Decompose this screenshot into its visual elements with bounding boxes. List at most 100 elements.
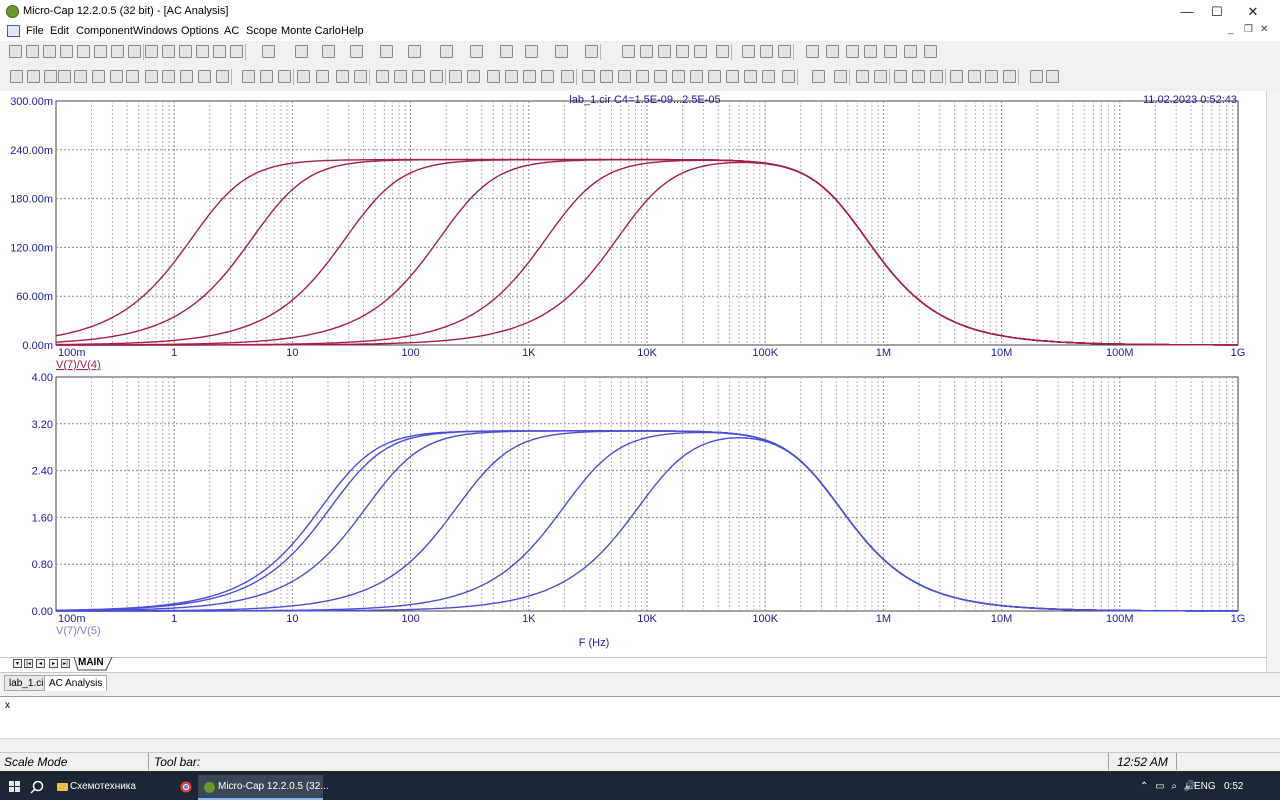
toolbar-tool-icon[interactable]: [94, 45, 107, 58]
toolbar-tool-icon[interactable]: [262, 45, 275, 58]
taskbar-search-icon[interactable]: [30, 780, 44, 794]
toolbar-tool-icon[interactable]: [760, 45, 773, 58]
toolbar-tool-icon[interactable]: [27, 70, 40, 83]
toolbar-tool-icon[interactable]: [806, 45, 819, 58]
toolbar-tool-icon[interactable]: [145, 70, 158, 83]
toolbar-tool-icon[interactable]: [716, 45, 729, 58]
sheet-menu-button[interactable]: ▾: [13, 659, 22, 668]
toolbar-tool-icon[interactable]: [179, 45, 192, 58]
toolbar-tool-icon[interactable]: [904, 45, 917, 58]
toolbar-tool-icon[interactable]: [354, 70, 367, 83]
toolbar-tool-icon[interactable]: [316, 70, 329, 83]
toolbar-tool-icon[interactable]: [242, 70, 255, 83]
toolbar-tool-icon[interactable]: [930, 70, 943, 83]
toolbar-tool-icon[interactable]: [622, 45, 635, 58]
toolbar-tool-icon[interactable]: [10, 70, 23, 83]
sheet-next-button[interactable]: ▸: [49, 659, 58, 668]
toolbar-tool-icon[interactable]: [985, 70, 998, 83]
toolbar-tool-icon[interactable]: [658, 45, 671, 58]
document-icon[interactable]: [7, 25, 20, 37]
toolbar-tool-icon[interactable]: [742, 45, 755, 58]
toolbar-tool-icon[interactable]: [92, 70, 105, 83]
toolbar-tool-icon[interactable]: [726, 70, 739, 83]
top-trace-label[interactable]: V(7)/V(4): [56, 359, 101, 371]
toolbar-tool-icon[interactable]: [126, 70, 139, 83]
toolbar-tool-icon[interactable]: [9, 45, 22, 58]
menu-ac[interactable]: AC: [224, 25, 239, 37]
toolbar-tool-icon[interactable]: [350, 45, 363, 58]
language-indicator[interactable]: ENG: [1194, 781, 1216, 792]
mdi-minimize-button[interactable]: _: [1228, 24, 1234, 35]
toolbar-tool-icon[interactable]: [640, 45, 653, 58]
toolbar-tool-icon[interactable]: [60, 45, 73, 58]
toolbar-tool-icon[interactable]: [555, 45, 568, 58]
toolbar-tool-icon[interactable]: [1003, 70, 1016, 83]
menu-component[interactable]: Component: [76, 25, 133, 37]
toolbar-tool-icon[interactable]: [322, 45, 335, 58]
toolbar-tool-icon[interactable]: [162, 45, 175, 58]
toolbar-tool-icon[interactable]: [782, 70, 795, 83]
toolbar-tool-icon[interactable]: [128, 45, 141, 58]
toolbar-tool-icon[interactable]: [449, 70, 462, 83]
toolbar-tool-icon[interactable]: [968, 70, 981, 83]
toolbar-tool-icon[interactable]: [26, 45, 39, 58]
toolbar-tool-icon[interactable]: [541, 70, 554, 83]
toolbar-tool-icon[interactable]: [487, 70, 500, 83]
toolbar-tool-icon[interactable]: [636, 70, 649, 83]
toolbar-tool-icon[interactable]: [874, 70, 887, 83]
toolbar-tool-icon[interactable]: [376, 70, 389, 83]
toolbar-tool-icon[interactable]: [690, 70, 703, 83]
toolbar-tool-icon[interactable]: [950, 70, 963, 83]
toolbar-tool-icon[interactable]: [561, 70, 574, 83]
menu-file[interactable]: File: [26, 25, 44, 37]
toolbar-tool-icon[interactable]: [672, 70, 685, 83]
toolbar-tool-icon[interactable]: [1030, 70, 1043, 83]
toolbar-tool-icon[interactable]: [394, 70, 407, 83]
toolbar-tool-icon[interactable]: [600, 70, 613, 83]
vertical-scrollbar[interactable]: [1266, 91, 1280, 671]
toolbar-tool-icon[interactable]: [198, 70, 211, 83]
ac-analysis-plot[interactable]: lab_1.cir C4=1.5E-09...2.5E-05 11.02.202…: [0, 91, 1266, 657]
toolbar-tool-icon[interactable]: [582, 70, 595, 83]
toolbar-tool-icon[interactable]: [864, 45, 877, 58]
toolbar-tool-icon[interactable]: [618, 70, 631, 83]
toolbar-tool-icon[interactable]: [654, 70, 667, 83]
toolbar-tool-icon[interactable]: [585, 45, 598, 58]
toolbar-tool-icon[interactable]: [43, 45, 56, 58]
toolbar-tool-icon[interactable]: [778, 45, 791, 58]
menu-help[interactable]: Help: [341, 25, 364, 37]
toolbar-tool-icon[interactable]: [525, 45, 538, 58]
windows-start-icon[interactable]: [9, 781, 21, 793]
toolbar-tool-icon[interactable]: [523, 70, 536, 83]
toolbar-tool-icon[interactable]: [111, 45, 124, 58]
toolbar-tool-icon[interactable]: [196, 45, 209, 58]
toolbar-tool-icon[interactable]: [1046, 70, 1059, 83]
toolbar-tool-icon[interactable]: [826, 45, 839, 58]
toolbar-tool-icon[interactable]: [110, 70, 123, 83]
toolbar-tool-icon[interactable]: [440, 45, 453, 58]
toolbar-tool-icon[interactable]: [74, 70, 87, 83]
toolbar-tool-icon[interactable]: [145, 45, 158, 58]
toolbar-tool-icon[interactable]: [762, 70, 775, 83]
toolbar-tool-icon[interactable]: [213, 45, 226, 58]
toolbar-tool-icon[interactable]: [856, 70, 869, 83]
toolbar-tool-icon[interactable]: [505, 70, 518, 83]
close-button[interactable]: ✕: [1230, 0, 1276, 23]
toolbar-tool-icon[interactable]: [278, 70, 291, 83]
toolbar-tool-icon[interactable]: [470, 45, 483, 58]
toolbar-tool-icon[interactable]: [412, 70, 425, 83]
chrome-icon[interactable]: [180, 781, 192, 793]
toolbar-tool-icon[interactable]: [430, 70, 443, 83]
taskbar-folder-item[interactable]: Схемотехника: [70, 781, 136, 792]
toolbar-tool-icon[interactable]: [77, 45, 90, 58]
toolbar-tool-icon[interactable]: [924, 45, 937, 58]
toolbar-tool-icon[interactable]: [295, 45, 308, 58]
toolbar-tool-icon[interactable]: [260, 70, 273, 83]
doc-tab-ac-analysis[interactable]: AC Analysis: [44, 675, 108, 691]
toolbar-tool-icon[interactable]: [912, 70, 925, 83]
mdi-restore-button[interactable]: ❐: [1244, 24, 1253, 35]
output-scrollbar[interactable]: [0, 738, 1280, 749]
system-tray-icons[interactable]: ⌃ ▭ ⌕ 🔊: [1140, 781, 1198, 792]
toolbar-tool-icon[interactable]: [216, 70, 229, 83]
toolbar-tool-icon[interactable]: [846, 45, 859, 58]
